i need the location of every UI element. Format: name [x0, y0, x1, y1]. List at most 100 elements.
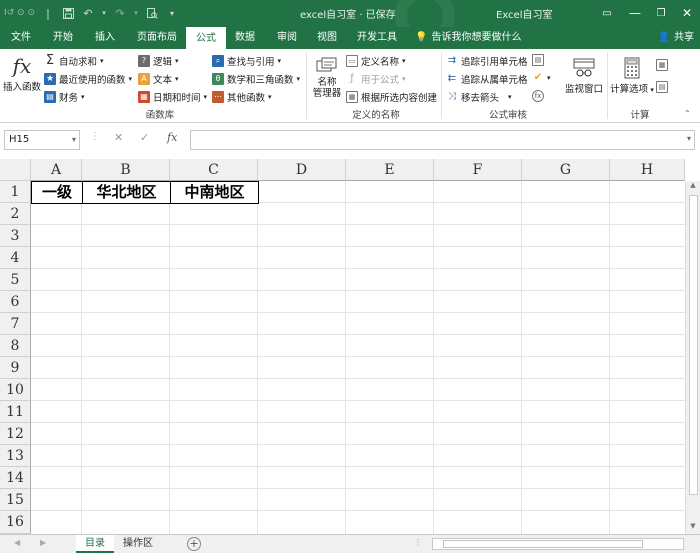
calculate-sheet-button[interactable]: ▤: [656, 81, 668, 93]
horizontal-scrollbar[interactable]: [432, 538, 684, 550]
row-header-3[interactable]: 3: [0, 225, 31, 247]
scroll-down-icon[interactable]: ▼: [686, 522, 700, 534]
evaluate-formula-button[interactable]: fx: [532, 90, 544, 102]
redo-dropdown-icon[interactable]: ▾: [133, 5, 139, 21]
vertical-scroll-thumb[interactable]: [689, 195, 698, 495]
restore-button[interactable]: ❐: [648, 3, 674, 23]
create-from-selection-label: 根据所选内容创建: [361, 93, 438, 104]
row-header-9[interactable]: 9: [0, 357, 31, 379]
column-header-f[interactable]: F: [434, 159, 522, 181]
row-header-4[interactable]: 4: [0, 247, 31, 269]
tab-insert[interactable]: 插入: [88, 27, 122, 49]
error-checking-button[interactable]: ✔ ▾: [532, 72, 551, 84]
scroll-up-icon[interactable]: ▲: [686, 181, 700, 193]
row-header-13[interactable]: 13: [0, 445, 31, 467]
row-header-16[interactable]: 16: [0, 511, 31, 534]
trace-precedents-button[interactable]: ⇉ 追踪引用单元格: [446, 54, 528, 68]
insert-function-button[interactable]: fx 插入函数: [2, 55, 42, 93]
insert-function-icon[interactable]: fx: [167, 131, 177, 144]
chevron-down-icon[interactable]: ▾: [72, 131, 76, 149]
trace-dependents-button[interactable]: ⇇ 追踪从属单元格: [446, 72, 528, 86]
tab-data[interactable]: 数据: [228, 27, 262, 49]
row-header-2[interactable]: 2: [0, 203, 31, 225]
tab-formulas[interactable]: 公式: [186, 27, 226, 49]
autosum-button[interactable]: Σ 自动求和 ▾: [44, 54, 104, 68]
tab-home[interactable]: 开始: [46, 27, 80, 49]
math-button[interactable]: θ 数学和三角函数 ▾: [212, 72, 300, 86]
calculation-options-button[interactable]: 计算选项 ▾: [610, 55, 654, 95]
worksheet-grid[interactable]: A B C D E F G H 1 2 3 4 5 6 7 8 9 10 11 …: [0, 159, 700, 534]
add-sheet-button[interactable]: +: [187, 537, 201, 551]
name-manager-button[interactable]: 名称 管理器: [310, 55, 344, 99]
column-header-g[interactable]: G: [522, 159, 610, 181]
column-header-b[interactable]: B: [82, 159, 170, 181]
use-in-formula-button[interactable]: ƒ 用于公式 ▾: [346, 72, 405, 86]
ribbon-options-icon[interactable]: ▭: [594, 3, 620, 23]
undo-icon[interactable]: ↶: [81, 5, 95, 21]
row-header-1[interactable]: 1: [0, 181, 31, 203]
vertical-scrollbar[interactable]: ▲ ▼: [685, 181, 700, 534]
column-header-h[interactable]: H: [610, 159, 685, 181]
minimize-button[interactable]: —: [622, 3, 648, 23]
name-box[interactable]: H15 ▾: [4, 130, 80, 150]
tab-page-layout[interactable]: 页面布局: [130, 27, 184, 49]
sheet-tab-workspace[interactable]: 操作区: [116, 535, 160, 553]
watch-window-button[interactable]: 监视窗口: [562, 55, 606, 95]
row-header-14[interactable]: 14: [0, 467, 31, 489]
datetime-button[interactable]: ▦ 日期和时间 ▾: [138, 90, 207, 104]
collapse-ribbon-button[interactable]: ⌃: [684, 109, 691, 118]
other-functions-button[interactable]: ⋯ 其他函数 ▾: [212, 90, 272, 104]
calculate-now-button[interactable]: ▦: [656, 59, 668, 71]
tab-file[interactable]: 文件: [4, 27, 38, 49]
cancel-icon[interactable]: ✕: [114, 131, 123, 144]
undo-dropdown-icon[interactable]: ▾: [101, 5, 107, 21]
show-formulas-button[interactable]: ▤: [532, 54, 544, 66]
grid-line: [31, 510, 685, 511]
define-name-button[interactable]: ▭ 定义名称 ▾: [346, 54, 406, 68]
recent-functions-button[interactable]: ★ 最近使用的函数 ▾: [44, 72, 132, 86]
save-icon[interactable]: [61, 5, 75, 21]
dropdown-icon: ▾: [100, 57, 104, 65]
share-button[interactable]: 👤 共享: [658, 27, 694, 49]
column-header-a[interactable]: A: [31, 159, 82, 181]
close-button[interactable]: ✕: [674, 3, 700, 23]
row-header-7[interactable]: 7: [0, 313, 31, 335]
create-from-selection-button[interactable]: ▦ 根据所选内容创建: [346, 90, 437, 104]
sheet-next-icon[interactable]: ▶: [40, 538, 46, 547]
lookup-button[interactable]: ⌕ 查找与引用 ▾: [212, 54, 281, 68]
tab-review[interactable]: 审阅: [270, 27, 304, 49]
more-sheets-icon[interactable]: ⋮: [414, 538, 422, 547]
expand-formula-icon[interactable]: ▾: [687, 134, 691, 143]
row-header-10[interactable]: 10: [0, 379, 31, 401]
column-header-c[interactable]: C: [170, 159, 258, 181]
row-header-11[interactable]: 11: [0, 401, 31, 423]
calculator-icon: [610, 55, 654, 81]
remove-arrows-button[interactable]: ⤨ 移去箭头 ▾: [446, 90, 512, 104]
horizontal-scroll-thumb[interactable]: [443, 540, 643, 548]
enter-icon[interactable]: ✓: [140, 131, 149, 144]
financial-button[interactable]: ▤ 财务 ▾: [44, 90, 85, 104]
cell-b1[interactable]: 华北地区: [82, 181, 171, 204]
formula-input[interactable]: ▾: [190, 130, 695, 150]
select-all-corner[interactable]: [0, 159, 31, 181]
print-preview-icon[interactable]: [145, 5, 159, 21]
row-header-5[interactable]: 5: [0, 269, 31, 291]
sheet-prev-icon[interactable]: ◀: [14, 538, 20, 547]
tab-developer[interactable]: 开发工具: [350, 27, 404, 49]
redo-icon[interactable]: ↷: [113, 5, 127, 21]
row-header-8[interactable]: 8: [0, 335, 31, 357]
text-button[interactable]: A 文本 ▾: [138, 72, 179, 86]
tell-me-search[interactable]: 💡 告诉我你想要做什么: [415, 27, 521, 49]
row-header-6[interactable]: 6: [0, 291, 31, 313]
sheet-tab-catalog[interactable]: 目录: [76, 535, 114, 553]
column-header-e[interactable]: E: [346, 159, 434, 181]
customize-qat-icon[interactable]: ▾: [165, 5, 179, 21]
row-header-12[interactable]: 12: [0, 423, 31, 445]
cell-a1[interactable]: 一级: [31, 181, 83, 204]
column-header-d[interactable]: D: [258, 159, 346, 181]
cell-c1[interactable]: 中南地区: [170, 181, 259, 204]
tab-view[interactable]: 视图: [310, 27, 344, 49]
logical-button[interactable]: ? 逻辑 ▾: [138, 54, 179, 68]
grid-line: [257, 181, 258, 534]
row-header-15[interactable]: 15: [0, 489, 31, 511]
